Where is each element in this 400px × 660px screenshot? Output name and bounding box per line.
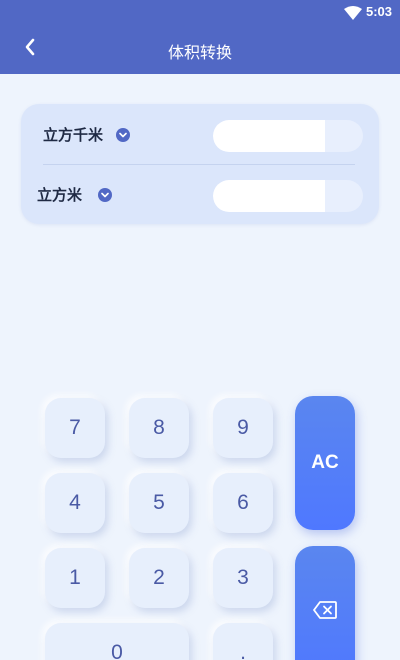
converter-card: 立方千米 立方米 — [21, 104, 379, 224]
from-value-input[interactable] — [213, 120, 325, 152]
to-unit-label: 立方米 — [37, 186, 83, 204]
key-7[interactable]: 7 — [45, 398, 105, 458]
status-bar: 5:03 — [0, 0, 400, 24]
key-5[interactable]: 5 — [129, 473, 189, 533]
key-0[interactable]: 0 — [45, 623, 189, 660]
key-3[interactable]: 3 — [213, 548, 273, 608]
to-value-field — [213, 180, 363, 212]
chevron-down-icon — [116, 127, 131, 142]
wifi-icon — [344, 5, 362, 24]
to-value-input[interactable] — [213, 180, 325, 212]
app-bar: 体积转换 — [0, 24, 400, 74]
page-title: 体积转换 — [167, 43, 232, 62]
from-value-field — [213, 120, 363, 152]
to-unit-selector[interactable]: 立方米 — [37, 184, 113, 205]
key-9[interactable]: 9 — [213, 398, 273, 458]
clear-button[interactable]: AC — [295, 396, 355, 530]
from-unit-label: 立方千米 — [43, 126, 104, 144]
key-8[interactable]: 8 — [129, 398, 189, 458]
key-1[interactable]: 1 — [45, 548, 105, 608]
backspace-icon — [313, 601, 337, 625]
to-unit-row: 立方米 — [21, 166, 379, 222]
chevron-down-icon — [98, 187, 113, 202]
status-time: 5:03 — [365, 4, 392, 19]
from-unit-selector[interactable]: 立方千米 — [43, 124, 131, 145]
backspace-button[interactable] — [295, 546, 355, 660]
divider — [43, 164, 355, 165]
key-decimal[interactable]: . — [213, 623, 273, 660]
key-2[interactable]: 2 — [129, 548, 189, 608]
from-unit-row: 立方千米 — [21, 106, 379, 162]
key-6[interactable]: 6 — [213, 473, 273, 533]
key-4[interactable]: 4 — [45, 473, 105, 533]
